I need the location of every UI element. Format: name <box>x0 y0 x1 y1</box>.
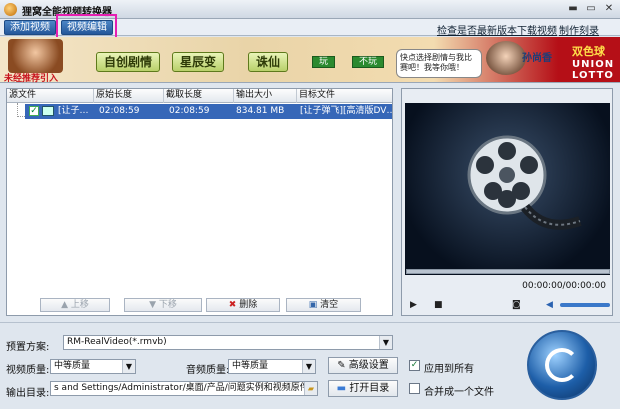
check-update-link[interactable]: 检查是否最新版本 <box>437 22 517 37</box>
cell-target: [让子弹飞][高清版DV… <box>300 106 392 116</box>
cell-size: 834.81 MB <box>236 106 285 116</box>
convert-button[interactable] <box>527 330 597 400</box>
close-button[interactable]: ✕ <box>601 2 617 16</box>
download-video-link[interactable]: 下载视频 <box>517 22 557 37</box>
folder-icon[interactable]: ▰ <box>304 382 317 395</box>
col-source[interactable]: 源文件 <box>7 89 94 103</box>
camera-icon[interactable]: ◙ <box>512 300 521 310</box>
table-row[interactable]: ✓ [让子… 02:08:59 02:08:59 834.81 MB [让子弹飞… <box>25 104 392 119</box>
apply-all-label: 应用到所有 <box>424 364 474 375</box>
banner-tab-2[interactable]: 星辰变 <box>172 52 225 72</box>
preview-screen <box>405 103 610 275</box>
refresh-icon <box>545 348 579 382</box>
banner-caption: 未经推荐引入 <box>4 74 59 84</box>
audio-quality-label: 音频质量: <box>186 365 230 376</box>
arrow-down-icon: ▼ <box>149 300 159 310</box>
preset-select[interactable]: RM-RealVideo(*.rmvb) ▼ <box>63 335 393 350</box>
seek-bar[interactable] <box>406 269 610 274</box>
lottery-logo: 双色球 <box>572 45 605 58</box>
banner-play-button[interactable]: 玩 <box>312 56 336 68</box>
merge-label: 合并成一个文件 <box>424 387 494 398</box>
list-button-bar: ▲ 上移 ▼ 下移 ✖ 删除 ▣ 清空 <box>6 296 393 316</box>
col-cut-length[interactable]: 截取长度 <box>164 89 234 103</box>
arrow-up-icon: ▲ <box>61 300 71 310</box>
delete-button[interactable]: ✖ 删除 <box>206 298 280 312</box>
clear-button[interactable]: ▣ 清空 <box>286 298 361 312</box>
apply-all-checkbox[interactable]: ✓ <box>409 360 420 371</box>
tree-line <box>17 103 25 117</box>
add-video-button[interactable]: 添加视频 <box>4 20 56 35</box>
video-file-icon <box>42 106 54 116</box>
eraser-icon: ▣ <box>308 300 321 310</box>
volume-icon[interactable]: ◀ <box>546 300 553 310</box>
column-header: 源文件 原始长度 截取长度 输出大小 目标文件 <box>7 89 392 103</box>
open-directory-button[interactable]: ▬ 打开目录 <box>328 380 398 397</box>
time-readout: 00:00:00/00:00:00 <box>522 281 606 291</box>
minimize-button[interactable]: ▬ <box>565 2 581 16</box>
tools-icon: ✎ <box>337 360 349 371</box>
preset-label: 预置方案: <box>6 342 50 353</box>
move-up-button[interactable]: ▲ 上移 <box>40 298 110 312</box>
stop-icon[interactable]: ■ <box>434 300 443 310</box>
ad-banner[interactable]: 未经推荐引入 自创剧情 星辰变 诛仙 玩 不玩 快点选择剧情与我比赛吧！我等你哦… <box>0 37 620 84</box>
lottery-logo-en: UNION LOTTO <box>572 59 615 81</box>
chevron-down-icon: ▼ <box>122 360 135 373</box>
banner-character-name: 孙尚香 <box>522 53 552 64</box>
banner-noplay-button[interactable]: 不玩 <box>352 56 385 68</box>
app-logo-icon <box>4 3 17 16</box>
chevron-down-icon: ▼ <box>379 336 392 349</box>
banner-tab-1[interactable]: 自创剧情 <box>96 52 161 72</box>
row-checkbox[interactable]: ✓ <box>29 106 39 116</box>
preview-panel: 00:00:00/00:00:00 ▶ ■ ◙ ◀ <box>401 88 613 316</box>
col-target[interactable]: 目标文件 <box>297 89 392 103</box>
play-icon[interactable]: ▶ <box>410 300 417 310</box>
banner-speech-bubble: 快点选择剧情与我比赛吧！我等你哦！ <box>396 49 482 78</box>
merge-checkbox[interactable] <box>409 383 420 394</box>
volume-slider[interactable] <box>560 303 610 307</box>
advanced-settings-button[interactable]: ✎ 高级设置 <box>328 357 398 374</box>
move-down-button[interactable]: ▼ 下移 <box>124 298 202 312</box>
output-dir-input[interactable]: s and Settings/Administrator/桌面/产品/问题实例和… <box>50 381 318 396</box>
folder-icon: ▬ <box>336 383 350 394</box>
audio-quality-select[interactable]: 中等质量 ▼ <box>228 359 316 374</box>
cell-source: [让子… <box>58 106 89 116</box>
banner-tab-3[interactable]: 诛仙 <box>248 52 289 72</box>
cell-cut: 02:08:59 <box>169 106 210 116</box>
video-quality-select[interactable]: 中等质量 ▼ <box>50 359 136 374</box>
col-original-length[interactable]: 原始长度 <box>94 89 164 103</box>
file-list[interactable]: 源文件 原始长度 截取长度 输出大小 目标文件 ✓ [让子… 02:08:59 … <box>6 88 393 316</box>
cross-icon: ✖ <box>228 300 240 310</box>
film-reel-icon <box>467 135 582 230</box>
character-portrait <box>8 39 63 73</box>
maximize-button[interactable]: ▭ <box>583 2 599 16</box>
video-quality-label: 视频质量: <box>6 365 50 376</box>
character-portrait-2 <box>486 41 526 75</box>
chevron-down-icon: ▼ <box>302 360 315 373</box>
cell-original: 02:08:59 <box>99 106 140 116</box>
output-dir-label: 输出目录: <box>6 388 50 399</box>
col-output-size[interactable]: 输出大小 <box>234 89 297 103</box>
